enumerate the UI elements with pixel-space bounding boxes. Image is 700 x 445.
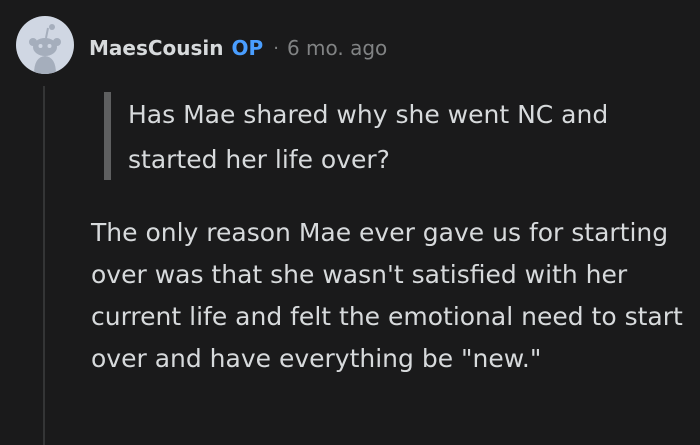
separator-dot: ·: [273, 37, 279, 59]
thread-line[interactable]: [43, 86, 45, 445]
snoo-avatar-icon: [29, 24, 61, 74]
avatar[interactable]: [16, 16, 74, 74]
comment-header: MaesCousin OP · 6 mo. ago: [89, 33, 387, 63]
username-link[interactable]: MaesCousin: [89, 36, 224, 60]
op-badge: OP: [231, 36, 264, 60]
timestamp-link[interactable]: 6 mo. ago: [287, 36, 387, 60]
comment-body: The only reason Mae ever gave us for sta…: [91, 218, 683, 373]
quote-bar: [104, 92, 111, 180]
quoted-text: Has Mae shared why she went NC and start…: [128, 100, 609, 174]
